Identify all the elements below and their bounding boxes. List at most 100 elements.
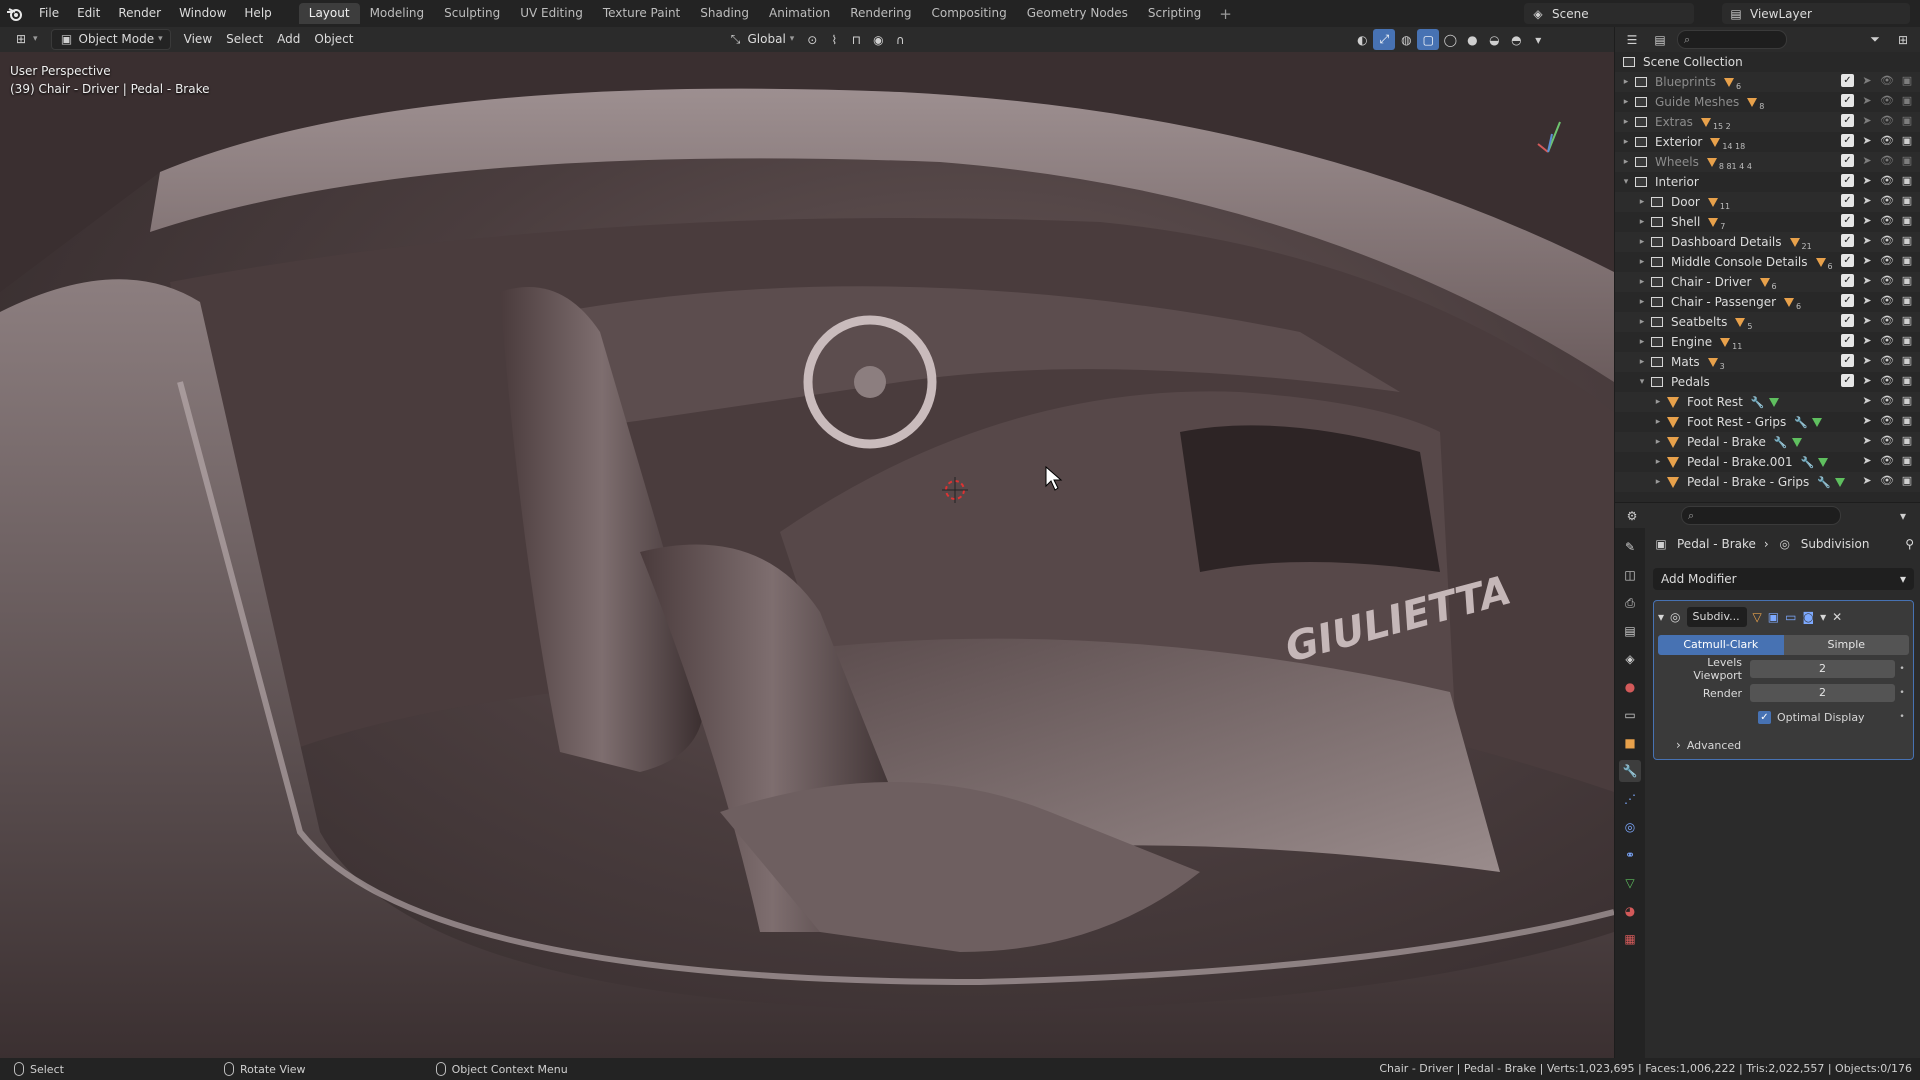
display-mode-icon[interactable]: ▤ bbox=[1649, 29, 1671, 50]
select-arrow-icon[interactable]: ➤ bbox=[1860, 74, 1874, 87]
shading-rendered-icon[interactable]: ◓ bbox=[1505, 29, 1527, 50]
camera-icon[interactable]: ▣ bbox=[1900, 414, 1914, 427]
outliner-row-engine[interactable]: ▸ Engine 11 ✓ ➤ 👁 ▣ bbox=[1615, 332, 1920, 352]
add-modifier-button[interactable]: Add Modifier ▾ bbox=[1653, 568, 1914, 590]
outliner-row-foot-rest-grips[interactable]: ▸ Foot Rest - Grips 🔧 ➤ 👁 ▣ bbox=[1615, 412, 1920, 432]
tab-physics-icon[interactable]: ◎ bbox=[1619, 816, 1641, 838]
exclude-checkbox[interactable]: ✓ bbox=[1841, 234, 1854, 247]
eye-icon[interactable]: 👁 bbox=[1880, 134, 1894, 147]
pivot-point-icon[interactable]: ⊙ bbox=[801, 29, 823, 50]
tab-constraints-icon[interactable]: ⚭ bbox=[1619, 844, 1641, 866]
tab-render-icon[interactable]: ◫ bbox=[1619, 564, 1641, 586]
tab-object-icon[interactable]: ■ bbox=[1619, 732, 1641, 754]
new-collection-icon[interactable]: ⊞ bbox=[1892, 29, 1914, 50]
outliner-row-pedal-brake[interactable]: ▸ Pedal - Brake 🔧 ➤ 👁 ▣ bbox=[1615, 432, 1920, 452]
tab-geometry-nodes[interactable]: Geometry Nodes bbox=[1017, 3, 1138, 24]
modifier-menu-icon[interactable]: ▾ bbox=[1820, 610, 1826, 624]
tab-modeling[interactable]: Modeling bbox=[360, 3, 435, 24]
exclude-checkbox[interactable]: ✓ bbox=[1841, 354, 1854, 367]
camera-icon[interactable]: ▣ bbox=[1900, 374, 1914, 387]
outliner-row-wheels[interactable]: ▸ Wheels 8 81 4 4 ✓ ➤ 👁 ▣ bbox=[1615, 152, 1920, 172]
camera-icon[interactable]: ▣ bbox=[1900, 114, 1914, 127]
snap-icon[interactable]: ⌇ bbox=[823, 29, 845, 50]
add-workspace-button[interactable]: + bbox=[1211, 5, 1240, 23]
mesh-data-icon[interactable] bbox=[1811, 417, 1822, 427]
expand-right-icon[interactable]: ▸ bbox=[1619, 97, 1633, 107]
mesh-data-icon[interactable] bbox=[1834, 477, 1845, 487]
outliner-row-pedals[interactable]: ▾ Pedals ✓ ➤ 👁 ▣ bbox=[1615, 372, 1920, 392]
outliner-row-guide-meshes[interactable]: ▸ Guide Meshes 8 ✓ ➤ 👁 ▣ bbox=[1615, 92, 1920, 112]
camera-icon[interactable]: ▣ bbox=[1900, 174, 1914, 187]
shading-material-icon[interactable]: ◒ bbox=[1483, 29, 1505, 50]
camera-icon[interactable]: ▣ bbox=[1900, 274, 1914, 287]
outliner-row-chair-driver[interactable]: ▸ Chair - Driver 6 ✓ ➤ 👁 ▣ bbox=[1615, 272, 1920, 292]
eye-icon[interactable]: 👁 bbox=[1880, 354, 1894, 367]
tab-sculpting[interactable]: Sculpting bbox=[434, 3, 510, 24]
camera-icon[interactable]: ▣ bbox=[1900, 94, 1914, 107]
menu-object[interactable]: Object bbox=[307, 29, 360, 50]
tab-animation[interactable]: Animation bbox=[759, 3, 840, 24]
eye-icon[interactable]: 👁 bbox=[1880, 174, 1894, 187]
filter-icon[interactable]: ⏷ bbox=[1864, 29, 1886, 50]
tab-collection-icon[interactable]: ▭ bbox=[1619, 704, 1641, 726]
modifier-name-field[interactable]: Subdiv... bbox=[1686, 607, 1747, 627]
tab-view-layer-icon[interactable]: ▤ bbox=[1619, 620, 1641, 642]
keyframe-dot-icon[interactable]: • bbox=[1895, 688, 1909, 698]
simple-button[interactable]: Simple bbox=[1783, 635, 1909, 655]
camera-icon[interactable]: ▣ bbox=[1900, 334, 1914, 347]
expand-right-icon[interactable]: ▸ bbox=[1651, 477, 1665, 487]
select-arrow-icon[interactable]: ➤ bbox=[1860, 334, 1874, 347]
proportional-edit-icon[interactable]: ◉ bbox=[867, 29, 889, 50]
eye-icon[interactable]: 👁 bbox=[1880, 74, 1894, 87]
eye-icon[interactable]: 👁 bbox=[1880, 214, 1894, 227]
select-arrow-icon[interactable]: ➤ bbox=[1860, 254, 1874, 267]
render-toggle-icon[interactable]: ◙ bbox=[1802, 610, 1814, 624]
exclude-checkbox[interactable]: ✓ bbox=[1841, 274, 1854, 287]
camera-icon[interactable]: ▣ bbox=[1900, 254, 1914, 267]
camera-icon[interactable]: ▣ bbox=[1900, 354, 1914, 367]
expand-right-icon[interactable]: ▸ bbox=[1635, 197, 1649, 207]
expand-down-icon[interactable]: ▾ bbox=[1619, 177, 1633, 187]
expand-right-icon[interactable]: ▸ bbox=[1635, 317, 1649, 327]
modifier-wrench-icon[interactable]: 🔧 bbox=[1801, 456, 1815, 469]
exclude-checkbox[interactable]: ✓ bbox=[1841, 194, 1854, 207]
select-arrow-icon[interactable]: ➤ bbox=[1860, 114, 1874, 127]
expand-right-icon[interactable]: ▸ bbox=[1635, 217, 1649, 227]
camera-icon[interactable]: ▣ bbox=[1900, 134, 1914, 147]
outliner-editor-type-icon[interactable]: ☰ bbox=[1621, 29, 1643, 50]
expand-right-icon[interactable]: ▸ bbox=[1635, 297, 1649, 307]
outliner-row-door[interactable]: ▸ Door 11 ✓ ➤ 👁 ▣ bbox=[1615, 192, 1920, 212]
menu-view[interactable]: View bbox=[177, 29, 219, 50]
tab-rendering[interactable]: Rendering bbox=[840, 3, 921, 24]
select-arrow-icon[interactable]: ➤ bbox=[1860, 354, 1874, 367]
exclude-checkbox[interactable]: ✓ bbox=[1841, 74, 1854, 87]
eye-icon[interactable]: 👁 bbox=[1880, 474, 1894, 487]
pin-icon[interactable]: ⚲ bbox=[1905, 537, 1914, 551]
eye-icon[interactable]: 👁 bbox=[1880, 274, 1894, 287]
mesh-data-icon[interactable] bbox=[1818, 457, 1829, 467]
viewport-toggle-icon[interactable]: ▭ bbox=[1785, 610, 1796, 624]
tab-shading[interactable]: Shading bbox=[690, 3, 759, 24]
camera-icon[interactable]: ▣ bbox=[1900, 294, 1914, 307]
expand-right-icon[interactable]: ▸ bbox=[1651, 397, 1665, 407]
camera-icon[interactable]: ▣ bbox=[1900, 454, 1914, 467]
overlays-icon[interactable]: ◍ bbox=[1395, 29, 1417, 50]
expand-right-icon[interactable]: ▸ bbox=[1619, 117, 1633, 127]
render-levels-field[interactable]: 2 bbox=[1750, 684, 1895, 702]
expand-right-icon[interactable]: ▸ bbox=[1651, 417, 1665, 427]
outliner-row-middle-console-details[interactable]: ▸ Middle Console Details 6 ✓ ➤ 👁 ▣ bbox=[1615, 252, 1920, 272]
view-layer-selector[interactable]: ▤ ViewLayer bbox=[1722, 3, 1910, 24]
eye-icon[interactable]: 👁 bbox=[1880, 294, 1894, 307]
tab-tool-icon[interactable]: ✎ bbox=[1619, 536, 1641, 558]
eye-icon[interactable]: 👁 bbox=[1880, 454, 1894, 467]
tab-layout[interactable]: Layout bbox=[298, 3, 360, 24]
shading-solid-icon[interactable]: ● bbox=[1461, 29, 1483, 50]
modifier-wrench-icon[interactable]: 🔧 bbox=[1751, 396, 1765, 409]
select-arrow-icon[interactable]: ➤ bbox=[1860, 194, 1874, 207]
camera-icon[interactable]: ▣ bbox=[1900, 394, 1914, 407]
outliner-row-blueprints[interactable]: ▸ Blueprints 6 ✓ ➤ 👁 ▣ bbox=[1615, 72, 1920, 92]
eye-icon[interactable]: 👁 bbox=[1880, 374, 1894, 387]
eye-icon[interactable]: 👁 bbox=[1880, 434, 1894, 447]
keyframe-dot-icon[interactable]: • bbox=[1895, 664, 1909, 674]
menu-window[interactable]: Window bbox=[170, 0, 235, 27]
